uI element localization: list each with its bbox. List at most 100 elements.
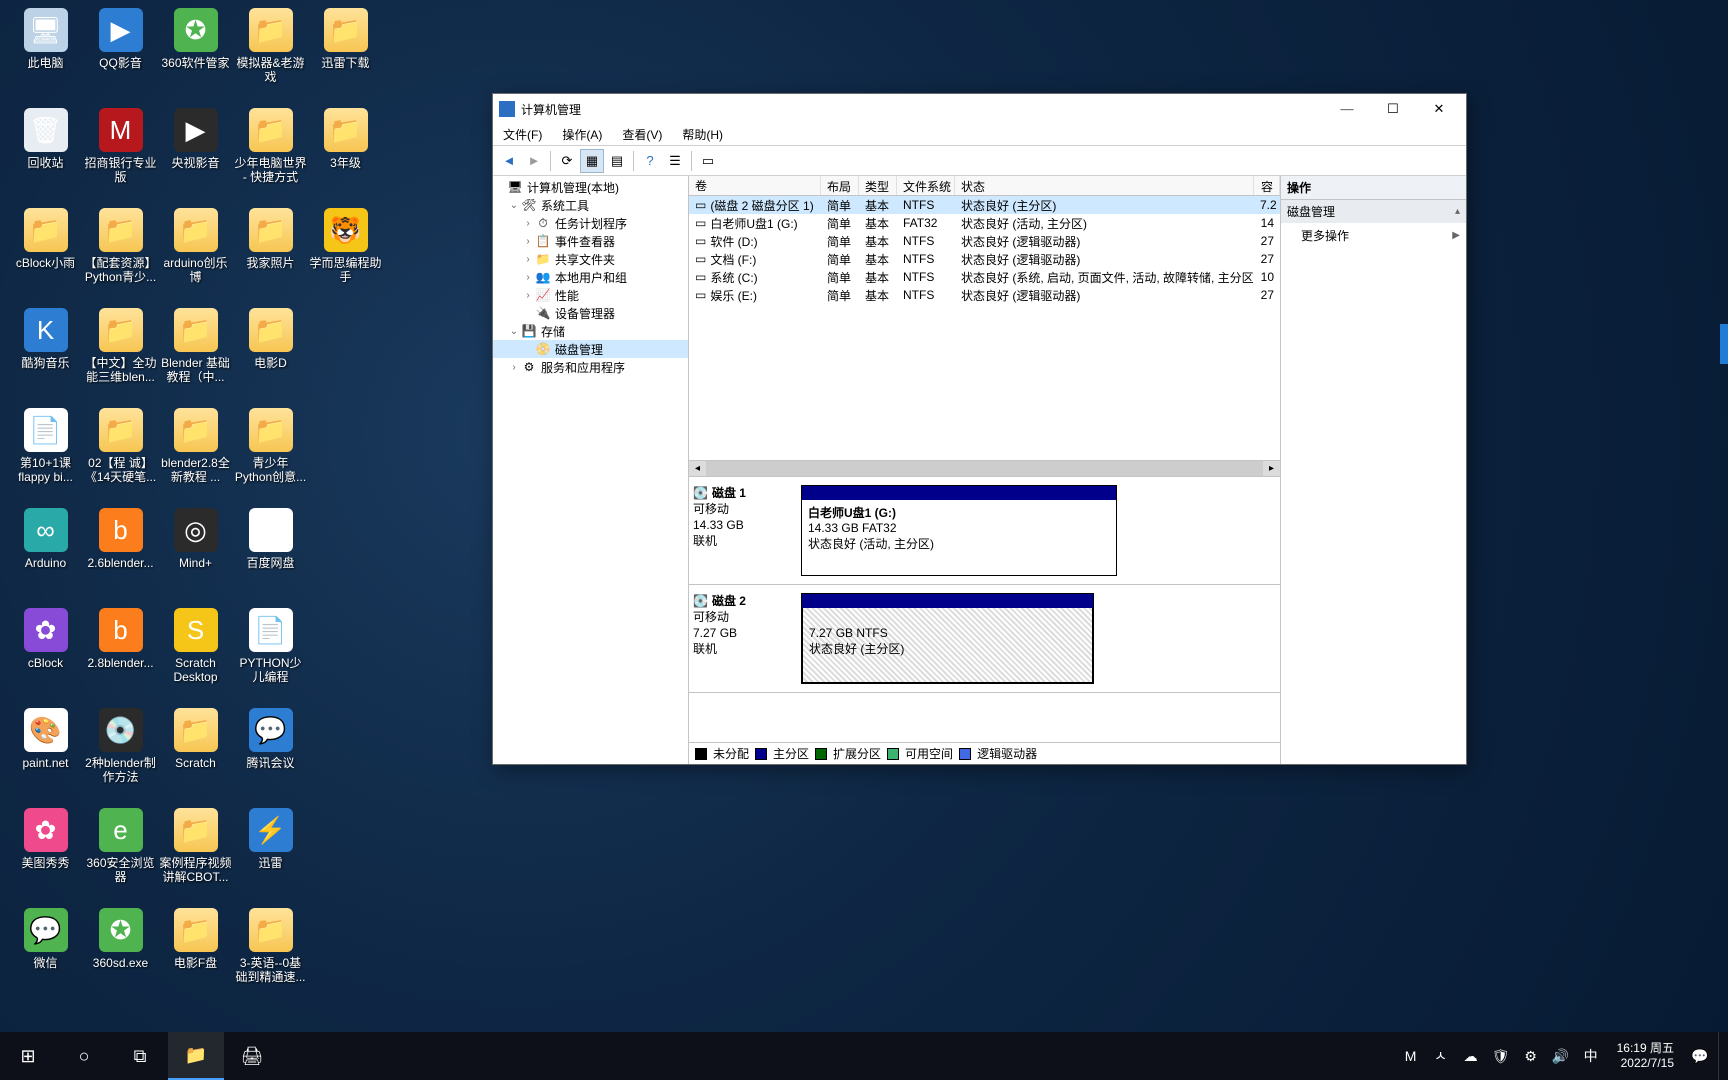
nav-task-scheduler[interactable]: ›⏱任务计划程序 (493, 214, 688, 232)
desktop-icon[interactable]: e360安全浏览器 (83, 808, 158, 906)
desktop[interactable]: 🖥此电脑▶QQ影音✪360软件管家📁模拟器&老游戏📁迅雷下载🗑回收站M招商银行专… (0, 0, 1728, 1080)
desktop-icon[interactable]: 🖥此电脑 (8, 8, 83, 106)
nav-storage[interactable]: ⌄💾存储 (493, 322, 688, 340)
desktop-icon[interactable]: M招商银行专业版 (83, 108, 158, 206)
nav-tree[interactable]: 🖥计算机管理(本地) ⌄🛠系统工具 ›⏱任务计划程序 ›📋事件查看器 ›📁共享文… (493, 176, 689, 764)
col-fs[interactable]: 文件系统 (897, 176, 955, 195)
desktop-icon[interactable]: 💿2种blender制作方法 (83, 708, 158, 806)
volume-row[interactable]: ▭软件 (D:)简单基本NTFS状态良好 (逻辑驱动器)27 (689, 232, 1280, 250)
scroll-right[interactable]: ▸ (1263, 461, 1280, 476)
col-status[interactable]: 状态 (955, 176, 1254, 195)
taskbar-clock[interactable]: 16:19 周五 2022/7/15 (1609, 1041, 1682, 1071)
volume-header[interactable]: 卷 布局 类型 文件系统 状态 容 (689, 176, 1280, 196)
volume-list[interactable]: ▭(磁盘 2 磁盘分区 1)简单基本NTFS状态良好 (主分区)7.2▭白老师U… (689, 196, 1280, 460)
help-button[interactable]: ? (638, 149, 662, 173)
minimize-button[interactable]: — (1324, 95, 1370, 123)
desktop-icon[interactable]: b2.6blender... (83, 508, 158, 606)
desktop-icon[interactable]: 📁模拟器&老游戏 (233, 8, 308, 106)
desktop-icon[interactable]: ∞Arduino (8, 508, 83, 606)
back-button[interactable]: ◄ (497, 149, 521, 173)
start-button[interactable]: ⊞ (0, 1032, 56, 1080)
desktop-icon[interactable]: 📁cBlock小雨 (8, 208, 83, 306)
menu-action[interactable]: 操作(A) (556, 124, 608, 145)
disk2-partition[interactable]: 7.27 GB NTFS 状态良好 (主分区) (801, 593, 1094, 684)
desktop-icon[interactable]: 📁02【程 诚】《14天硬笔... (83, 408, 158, 506)
desktop-icon[interactable]: 📁少年电脑世界 - 快捷方式 (233, 108, 308, 206)
desktop-icon[interactable]: 📁我家照片 (233, 208, 308, 306)
desktop-icon[interactable]: 📁【中文】全功能三维blen... (83, 308, 158, 406)
desktop-icon[interactable]: ◎Mind+ (158, 508, 233, 606)
desktop-icon[interactable]: 📁电影F盘 (158, 908, 233, 1006)
tray-up-icon[interactable]: ㅅ (1429, 1044, 1453, 1068)
menubar[interactable]: 文件(F) 操作(A) 查看(V) 帮助(H) (493, 124, 1466, 146)
desktop-icon[interactable]: 📁arduino创乐博 (158, 208, 233, 306)
desktop-icon[interactable]: 📁青少年Python创意... (233, 408, 308, 506)
col-capacity[interactable]: 容 (1254, 176, 1280, 195)
desktop-icon[interactable]: ✿美图秀秀 (8, 808, 83, 906)
desktop-icon[interactable]: b2.8blender... (83, 608, 158, 706)
actions-subheader[interactable]: 磁盘管理 ▴ (1281, 200, 1466, 223)
tray-icon[interactable]: 🔊 (1549, 1044, 1573, 1068)
disk1-partition-g[interactable]: 白老师U盘1 (G:) 14.33 GB FAT32 状态良好 (活动, 主分区… (801, 485, 1117, 576)
desktop-icon[interactable]: 🎨paint.net (8, 708, 83, 806)
tray-lang[interactable]: 中 (1579, 1044, 1603, 1068)
desktop-icon[interactable]: ✪360软件管家 (158, 8, 233, 106)
titlebar[interactable]: 计算机管理 — ☐ ✕ (493, 94, 1466, 124)
desktop-icon[interactable]: 📄PYTHON少儿编程 (233, 608, 308, 706)
desktop-icon[interactable]: ⚡迅雷 (233, 808, 308, 906)
desktop-icon[interactable]: ✪360sd.exe (83, 908, 158, 1006)
volume-row[interactable]: ▭系统 (C:)简单基本NTFS状态良好 (系统, 启动, 页面文件, 活动, … (689, 268, 1280, 286)
nav-performance[interactable]: ›📈性能 (493, 286, 688, 304)
volume-row[interactable]: ▭白老师U盘1 (G:)简单基本FAT32状态良好 (活动, 主分区)14 (689, 214, 1280, 232)
nav-event-viewer[interactable]: ›📋事件查看器 (493, 232, 688, 250)
volume-row[interactable]: ▭(磁盘 2 磁盘分区 1)简单基本NTFS状态良好 (主分区)7.2 (689, 196, 1280, 214)
desktop-icon[interactable]: 📁【配套资源】Python青少... (83, 208, 158, 306)
desktop-icon[interactable]: ▶央视影音 (158, 108, 233, 206)
menu-help[interactable]: 帮助(H) (676, 124, 729, 145)
volume-row[interactable]: ▭文档 (F:)简单基本NTFS状态良好 (逻辑驱动器)27 (689, 250, 1280, 268)
desktop-icon[interactable]: SScratch Desktop (158, 608, 233, 706)
view-bottom-button[interactable]: ▤ (605, 149, 629, 173)
desktop-icon[interactable]: 💬微信 (8, 908, 83, 1006)
desktop-icon[interactable]: 📁Blender 基础教程（中... (158, 308, 233, 406)
close-button[interactable]: ✕ (1416, 95, 1462, 123)
notifications-button[interactable]: 💬 (1688, 1044, 1712, 1068)
tray-icon[interactable]: 🛡 (1489, 1044, 1513, 1068)
nav-device-manager[interactable]: 🔌设备管理器 (493, 304, 688, 322)
desktop-icon[interactable]: 📁电影D (233, 308, 308, 406)
nav-root[interactable]: 🖥计算机管理(本地) (493, 178, 688, 196)
disk-graphic-pane[interactable]: 💽磁盘 1 可移动 14.33 GB 联机 白老师U盘1 (G:) 14.33 … (689, 477, 1280, 742)
nav-local-users[interactable]: ›👥本地用户和组 (493, 268, 688, 286)
system-tray[interactable]: M ㅅ ☁ 🛡 ⚙ 🔊 中 16:19 周五 2022/7/15 💬 (1399, 1032, 1728, 1080)
taskbar-app[interactable]: 🖨 (224, 1032, 280, 1080)
desktop-icon[interactable]: ✿cBlock (8, 608, 83, 706)
desktop-icon[interactable]: 💬腾讯会议 (233, 708, 308, 806)
scroll-thumb[interactable] (720, 461, 1263, 476)
desktop-icon[interactable]: ▶QQ影音 (83, 8, 158, 106)
task-view-button[interactable]: ⧉ (112, 1032, 168, 1080)
col-layout[interactable]: 布局 (821, 176, 859, 195)
desktop-icon[interactable]: ☁百度网盘 (233, 508, 308, 606)
nav-services[interactable]: ›⚙服务和应用程序 (493, 358, 688, 376)
nav-system-tools[interactable]: ⌄🛠系统工具 (493, 196, 688, 214)
tray-icon[interactable]: ⚙ (1519, 1044, 1543, 1068)
show-desktop[interactable] (1718, 1032, 1724, 1080)
desktop-icon[interactable]: 🐯学而思编程助手 (308, 208, 383, 306)
refresh-button[interactable]: ⟳ (555, 149, 579, 173)
settings-button[interactable]: ☰ (663, 149, 687, 173)
desktop-icon[interactable]: 📁blender2.8全新教程 ... (158, 408, 233, 506)
desktop-icon[interactable]: 📁案例程序视频讲解CBOT... (158, 808, 233, 906)
menu-file[interactable]: 文件(F) (497, 124, 548, 145)
taskbar-explorer[interactable]: 📁 (168, 1032, 224, 1080)
nav-disk-management[interactable]: 📀磁盘管理 (493, 340, 688, 358)
scroll-left[interactable]: ◂ (689, 461, 706, 476)
desktop-icon[interactable]: 🗑回收站 (8, 108, 83, 206)
disk-row-2[interactable]: 💽磁盘 2 可移动 7.27 GB 联机 7.27 GB NTFS (689, 585, 1280, 693)
disk-row-1[interactable]: 💽磁盘 1 可移动 14.33 GB 联机 白老师U盘1 (G:) 14.33 … (689, 477, 1280, 585)
desktop-icon[interactable]: K酷狗音乐 (8, 308, 83, 406)
nav-shared-folders[interactable]: ›📁共享文件夹 (493, 250, 688, 268)
taskbar[interactable]: ⊞ ○ ⧉ 📁 🖨 M ㅅ ☁ 🛡 ⚙ 🔊 中 16:19 周五 2022/7/… (0, 1032, 1728, 1080)
maximize-button[interactable]: ☐ (1370, 95, 1416, 123)
hscrollbar[interactable]: ◂ ▸ (689, 460, 1280, 477)
desktop-icon[interactable]: 📁3-英语--0基础到精通速... (233, 908, 308, 1006)
